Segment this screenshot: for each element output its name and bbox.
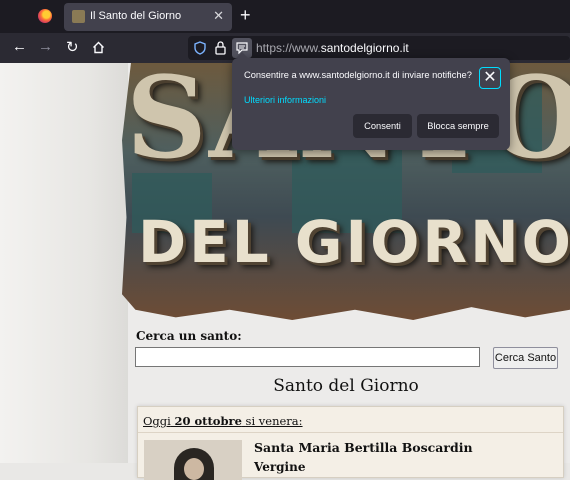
- search-input[interactable]: [135, 347, 480, 367]
- notification-permission-popup: Consentire a www.santodelgiorno.it di in…: [232, 52, 510, 150]
- paper-texture-left: [0, 63, 128, 463]
- more-info-link[interactable]: Ulteriori informazioni: [244, 95, 326, 105]
- tab-title: Il Santo del Giorno: [90, 10, 182, 22]
- saint-subtitle: Vergine: [254, 460, 306, 474]
- block-always-button[interactable]: Blocca sempre: [417, 114, 499, 138]
- divider: [138, 432, 563, 433]
- browser-chrome: Il Santo del Giorno ✕ + ← → ↻ https://ww…: [0, 0, 570, 63]
- popup-arrow: [236, 52, 248, 58]
- popup-message: Consentire a www.santodelgiorno.it di in…: [244, 70, 472, 80]
- url-text[interactable]: https://www.santodelgiorno.it: [256, 41, 409, 55]
- allow-button[interactable]: Consenti: [353, 114, 412, 138]
- url-domain: santodelgiorno.it: [320, 41, 409, 55]
- tab-bar: Il Santo del Giorno ✕ +: [0, 0, 570, 33]
- firefox-logo-icon[interactable]: [38, 9, 52, 23]
- reload-icon[interactable]: ↻: [66, 38, 79, 56]
- today-heading: Oggi 20 ottobre si venera:: [143, 414, 303, 428]
- forward-icon[interactable]: →: [38, 38, 53, 55]
- shield-icon[interactable]: [194, 41, 206, 55]
- url-prefix: https://www.: [256, 41, 321, 55]
- saint-image[interactable]: [144, 440, 242, 480]
- saint-card: Oggi 20 ottobre si venera: Santa Maria B…: [137, 406, 564, 480]
- site-favicon-icon: [72, 10, 85, 23]
- today-date: 20 ottobre: [174, 414, 242, 428]
- back-icon[interactable]: ←: [12, 38, 27, 55]
- banner-title-del-giorno: DEL GIORNO: [138, 208, 570, 276]
- section-title: Santo del Giorno: [273, 376, 419, 396]
- saint-face: [184, 458, 204, 480]
- search-button[interactable]: Cerca Santo: [493, 347, 558, 369]
- today-suffix: si venera:: [245, 414, 303, 428]
- home-icon[interactable]: [92, 41, 105, 54]
- tab-close-icon[interactable]: ✕: [213, 8, 224, 24]
- close-icon[interactable]: ✕: [479, 67, 501, 89]
- tab-active[interactable]: Il Santo del Giorno ✕: [64, 3, 232, 31]
- saint-name[interactable]: Santa Maria Bertilla Boscardin: [254, 440, 473, 455]
- lock-icon[interactable]: [215, 41, 226, 55]
- new-tab-icon[interactable]: +: [240, 5, 251, 26]
- search-label: Cerca un santo:: [136, 329, 242, 343]
- today-prefix: Oggi: [143, 414, 171, 428]
